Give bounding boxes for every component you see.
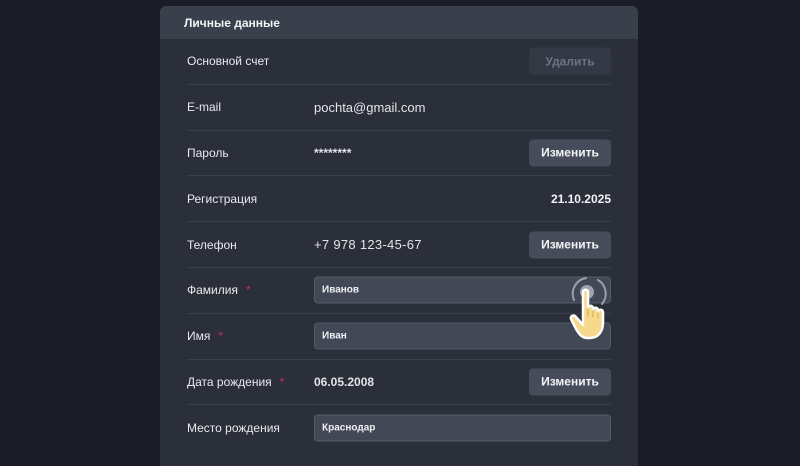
required-marker: *: [279, 374, 285, 389]
lastname-label: Фамилия: [187, 283, 238, 298]
change-birthdate-button[interactable]: Изменить: [529, 368, 611, 396]
lastname-input[interactable]: Иванов: [314, 276, 611, 304]
firstname-label-wrap: Имя *: [187, 329, 314, 343]
personal-data-panel: Личные данные Основной счет Удалить E-ma…: [160, 6, 638, 466]
birthdate-label-wrap: Дата рождения *: [187, 375, 314, 389]
password-label: Пароль: [187, 145, 229, 160]
row-email: E-mail pochta@gmail.com: [187, 85, 611, 131]
delete-button[interactable]: Удалить: [529, 47, 611, 75]
row-main-account: Основной счет Удалить: [187, 39, 611, 85]
required-marker: *: [218, 329, 224, 344]
lastname-label-wrap: Фамилия *: [187, 283, 314, 297]
email-value: pochta@gmail.com: [314, 99, 426, 115]
registration-label: Регистрация: [187, 191, 258, 206]
main-account-label: Основной счет: [187, 54, 270, 69]
row-birthdate: Дата рождения * 06.05.2008 Изменить: [187, 360, 611, 406]
registration-date: 21.10.2025: [550, 191, 611, 206]
birthplace-label: Место рождения: [187, 421, 280, 436]
firstname-label: Имя: [187, 329, 211, 344]
row-phone: Телефон +7 978 123-45-67 Изменить: [187, 222, 611, 268]
row-birthplace: Место рождения Краснодар: [187, 405, 611, 451]
panel-header: Личные данные: [160, 6, 638, 39]
change-phone-button[interactable]: Изменить: [529, 231, 611, 259]
required-marker: *: [245, 283, 251, 298]
panel-title: Личные данные: [184, 15, 280, 30]
birthplace-input[interactable]: Краснодар: [314, 414, 611, 442]
firstname-input[interactable]: Иван: [314, 322, 611, 350]
row-firstname: Имя * Иван: [187, 314, 611, 360]
row-password: Пароль ******** Изменить: [187, 131, 611, 177]
birthdate-label: Дата рождения: [187, 374, 272, 389]
change-password-button[interactable]: Изменить: [529, 139, 611, 167]
form-rows: Основной счет Удалить E-mail pochta@gmai…: [160, 39, 638, 451]
row-lastname: Фамилия * Иванов: [187, 268, 611, 314]
email-label: E-mail: [187, 100, 222, 115]
row-registration: Регистрация 21.10.2025: [187, 176, 611, 223]
phone-label: Телефон: [187, 237, 237, 252]
